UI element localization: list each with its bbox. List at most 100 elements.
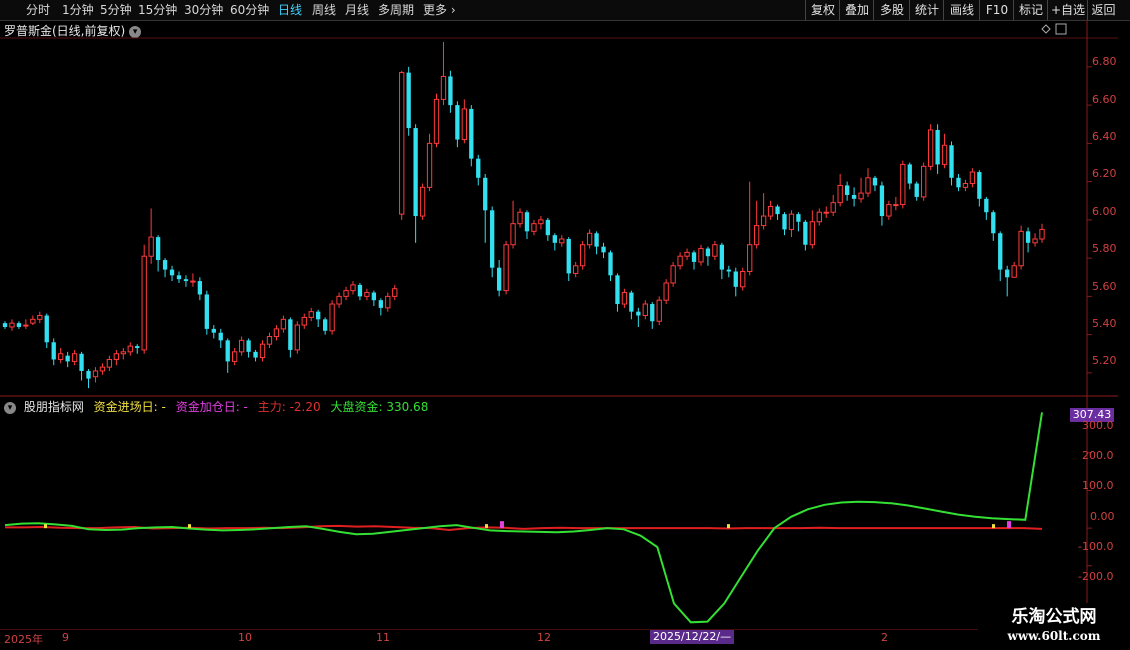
candle-body-up bbox=[823, 211, 829, 214]
candle-body-up bbox=[30, 318, 36, 324]
candle-body-up bbox=[141, 255, 147, 351]
kline-chart[interactable] bbox=[0, 0, 1118, 630]
candle-body-up bbox=[517, 211, 523, 225]
candle-body-up bbox=[642, 303, 648, 316]
candle-body-up bbox=[1032, 238, 1038, 244]
candle-body-down bbox=[977, 172, 982, 199]
candle-body-up bbox=[294, 324, 300, 351]
candle-body-up bbox=[656, 299, 662, 322]
candle-body-down bbox=[956, 177, 961, 188]
candle-body-up bbox=[621, 292, 628, 305]
candle-body-down bbox=[594, 233, 599, 247]
candle-body-up bbox=[663, 282, 669, 301]
candle-body-up bbox=[809, 221, 815, 246]
price-axis-label: 5.60 bbox=[1092, 280, 1117, 293]
candle-body-down bbox=[872, 177, 878, 186]
candle-body-down bbox=[615, 275, 620, 305]
candle-body-down bbox=[378, 300, 383, 308]
candle-body-up bbox=[858, 192, 864, 200]
candle-body-up bbox=[830, 202, 836, 213]
candle-body-down bbox=[135, 346, 140, 349]
watermark-logo: 乐淘公式网 www.60lt.com bbox=[978, 603, 1130, 650]
candle-body-up bbox=[127, 345, 133, 353]
candle-body-down bbox=[218, 332, 223, 341]
candle-body-up bbox=[969, 171, 976, 185]
candle-body-down bbox=[211, 328, 216, 333]
candle-body-down bbox=[991, 212, 996, 234]
candle-body-up bbox=[767, 205, 774, 217]
cursor-date-badge: 2025/12/22/— bbox=[650, 630, 735, 644]
candle-body-down bbox=[322, 319, 328, 331]
candle-body-up bbox=[886, 204, 892, 217]
candle-body-up bbox=[426, 142, 433, 188]
candle-body-down bbox=[413, 128, 418, 217]
x-axis-label: 2 bbox=[881, 631, 888, 644]
candle-body-up bbox=[573, 265, 579, 274]
candle-body-up bbox=[364, 292, 370, 297]
candle-body-up bbox=[9, 322, 15, 328]
candle-body-up bbox=[280, 318, 287, 330]
candle-body-down bbox=[476, 158, 481, 178]
candle-body-up bbox=[461, 108, 467, 141]
candle-body-up bbox=[329, 303, 335, 332]
chevron-down-icon[interactable]: ▾ bbox=[4, 401, 16, 414]
candle-body-down bbox=[253, 351, 258, 358]
x-axis-label: 9 bbox=[62, 631, 69, 644]
candle-body-up bbox=[58, 353, 64, 360]
candle-body-up bbox=[788, 213, 795, 230]
candle-body-down bbox=[2, 323, 8, 327]
add-signal-marker bbox=[1007, 521, 1011, 529]
entry-signal-marker bbox=[727, 524, 730, 529]
candle-body-up bbox=[350, 284, 356, 292]
candle-body-up bbox=[921, 165, 927, 198]
price-axis-label: 6.00 bbox=[1092, 205, 1117, 218]
candle-body-up bbox=[753, 225, 760, 246]
candle-body-up bbox=[559, 238, 565, 244]
entry-signal-marker bbox=[188, 524, 191, 529]
indicator-axis-label: 100.0 bbox=[1082, 479, 1114, 492]
candle-body-up bbox=[273, 328, 280, 338]
candle-body-down bbox=[225, 340, 230, 362]
candle-body-up bbox=[385, 295, 391, 309]
candle-body-down bbox=[608, 252, 613, 276]
candle-body-down bbox=[169, 269, 175, 276]
candle-body-up bbox=[259, 343, 266, 359]
candle-body-down bbox=[155, 237, 161, 261]
price-axis-label: 6.40 bbox=[1092, 130, 1117, 143]
candle-body-up bbox=[510, 223, 516, 246]
candle-body-up bbox=[747, 244, 753, 273]
candle-body-down bbox=[907, 164, 912, 184]
candle-body-down bbox=[796, 214, 801, 222]
candle-body-down bbox=[490, 210, 495, 268]
entry-day-label: 资金进场日: - bbox=[93, 400, 166, 414]
price-axis-label: 5.80 bbox=[1092, 242, 1117, 255]
candle-body-down bbox=[162, 260, 168, 270]
candle-body-down bbox=[455, 105, 460, 140]
candle-body-down bbox=[86, 370, 91, 379]
candle-body-up bbox=[419, 186, 426, 217]
candle-body-down bbox=[691, 252, 697, 262]
indicator-name[interactable]: 股朋指标网 bbox=[24, 400, 84, 414]
candle-body-up bbox=[392, 288, 398, 297]
candle-body-down bbox=[998, 233, 1003, 270]
candle-body-down bbox=[733, 271, 738, 287]
candle-body-up bbox=[941, 144, 948, 165]
candle-body-down bbox=[469, 108, 474, 159]
candle-body-up bbox=[586, 232, 593, 246]
entry-signal-marker bbox=[485, 524, 488, 529]
candle-body-down bbox=[719, 244, 725, 270]
candle-body-down bbox=[524, 212, 530, 232]
watermark-url: www.60lt.com bbox=[1007, 629, 1101, 643]
candle-body-down bbox=[496, 267, 502, 291]
indicator-header: ▾ 股朋指标网 资金进场日: - 资金加仓日: - 主力: -2.20 大盘资金… bbox=[4, 398, 434, 415]
candle-body-down bbox=[935, 129, 940, 165]
candle-body-down bbox=[183, 279, 189, 282]
candle-body-down bbox=[879, 185, 885, 217]
candle-body-up bbox=[148, 236, 154, 257]
window-toggle-icon bbox=[1055, 23, 1067, 35]
candle-body-down bbox=[636, 311, 641, 316]
candle-body-up bbox=[698, 248, 704, 263]
candle-body-down bbox=[371, 292, 377, 301]
candle-body-up bbox=[399, 72, 405, 215]
add-signal-marker bbox=[500, 521, 504, 529]
